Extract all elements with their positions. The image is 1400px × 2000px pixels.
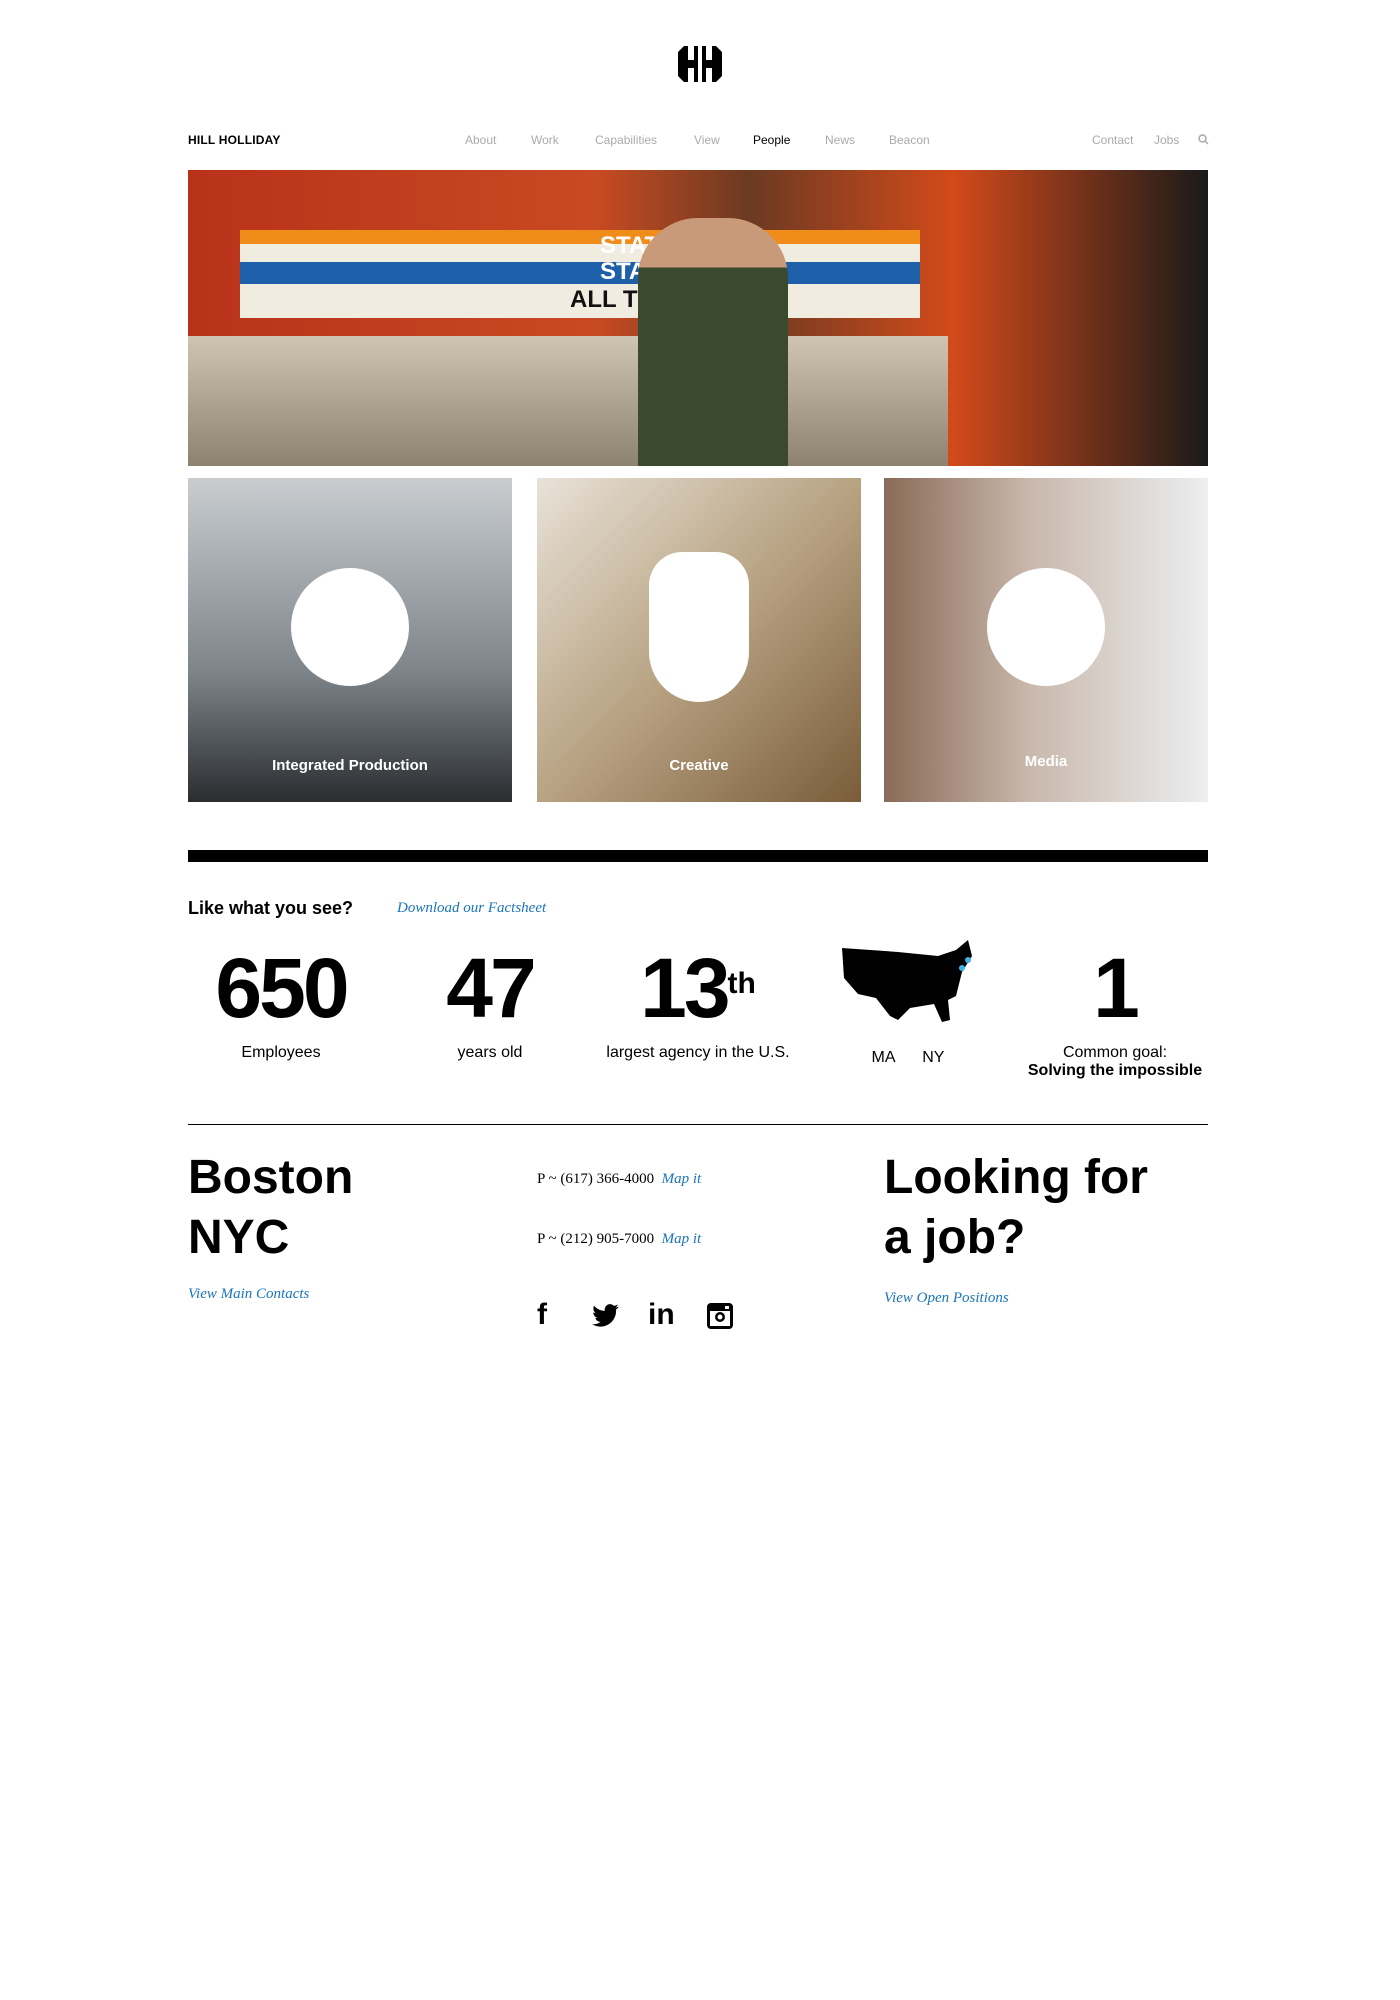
nav-news[interactable]: News xyxy=(825,133,855,147)
phone-boston: P ~ (617) 366-4000 Map it xyxy=(537,1171,702,1187)
hero-image: STATE STATE ALL TRAIN xyxy=(188,170,1208,466)
nav-view[interactable]: View xyxy=(694,133,720,147)
stat-years: 47 years old xyxy=(446,941,536,1061)
hh-logo[interactable] xyxy=(674,44,726,84)
stat-locations: MA NY xyxy=(836,938,980,1067)
facebook-icon[interactable]: f xyxy=(537,1298,547,1332)
jobs-heading-line2: a job? xyxy=(884,1211,1026,1264)
usa-map-icon xyxy=(842,940,972,1022)
map-it-link[interactable]: Map it xyxy=(662,1171,702,1187)
hand-eye-icon xyxy=(649,552,749,703)
nav-contact[interactable]: Contact xyxy=(1092,133,1133,147)
nav-capabilities[interactable]: Capabilities xyxy=(595,133,657,147)
stat-goal: 1 Common goal: Solving the impossible xyxy=(1027,941,1203,1079)
tile-label: Media xyxy=(1024,753,1068,770)
stat-employees: 650 Employees xyxy=(215,941,349,1061)
instagram-icon[interactable] xyxy=(706,1302,734,1330)
station-sign: STATE STATE ALL TRAIN xyxy=(240,230,920,318)
linkedin-icon[interactable]: in xyxy=(648,1298,675,1332)
stat-rank: 13th largest agency in the U.S. xyxy=(606,941,790,1061)
jobs-heading-line1: Looking for xyxy=(884,1151,1148,1204)
nav-jobs[interactable]: Jobs xyxy=(1154,133,1179,147)
search-icon[interactable] xyxy=(1198,134,1209,145)
person xyxy=(638,218,788,466)
map-it-link[interactable]: Map it xyxy=(662,1231,702,1247)
tile-label: Integrated Production xyxy=(272,757,428,774)
divider-bar xyxy=(188,850,1208,862)
city-nyc: NYC xyxy=(188,1211,290,1264)
tile-integrated-production[interactable]: Integrated Production xyxy=(188,478,512,802)
nav-about[interactable]: About xyxy=(465,133,496,147)
brand-name[interactable]: HILL HOLLIDAY xyxy=(188,133,281,147)
nav-people[interactable]: People xyxy=(753,133,790,147)
nav-work[interactable]: Work xyxy=(531,133,559,147)
stats-heading: Like what you see? xyxy=(188,898,354,918)
view-main-contacts-link[interactable]: View Main Contacts xyxy=(188,1286,309,1303)
twitter-icon[interactable] xyxy=(592,1304,620,1328)
view-open-positions-link[interactable]: View Open Positions xyxy=(884,1290,1009,1307)
tile-creative[interactable]: Creative xyxy=(537,478,861,802)
phone-nyc: P ~ (212) 905-7000 Map it xyxy=(537,1231,702,1247)
puzzle-icon xyxy=(291,568,409,687)
download-factsheet-link[interactable]: Download our Factsheet xyxy=(397,900,546,917)
tile-media[interactable]: Media xyxy=(884,478,1208,802)
nav-beacon[interactable]: Beacon xyxy=(889,133,930,147)
divider-line xyxy=(188,1124,1208,1125)
target-icon xyxy=(987,568,1105,687)
city-boston: Boston xyxy=(188,1151,354,1204)
tile-label: Creative xyxy=(669,757,729,774)
